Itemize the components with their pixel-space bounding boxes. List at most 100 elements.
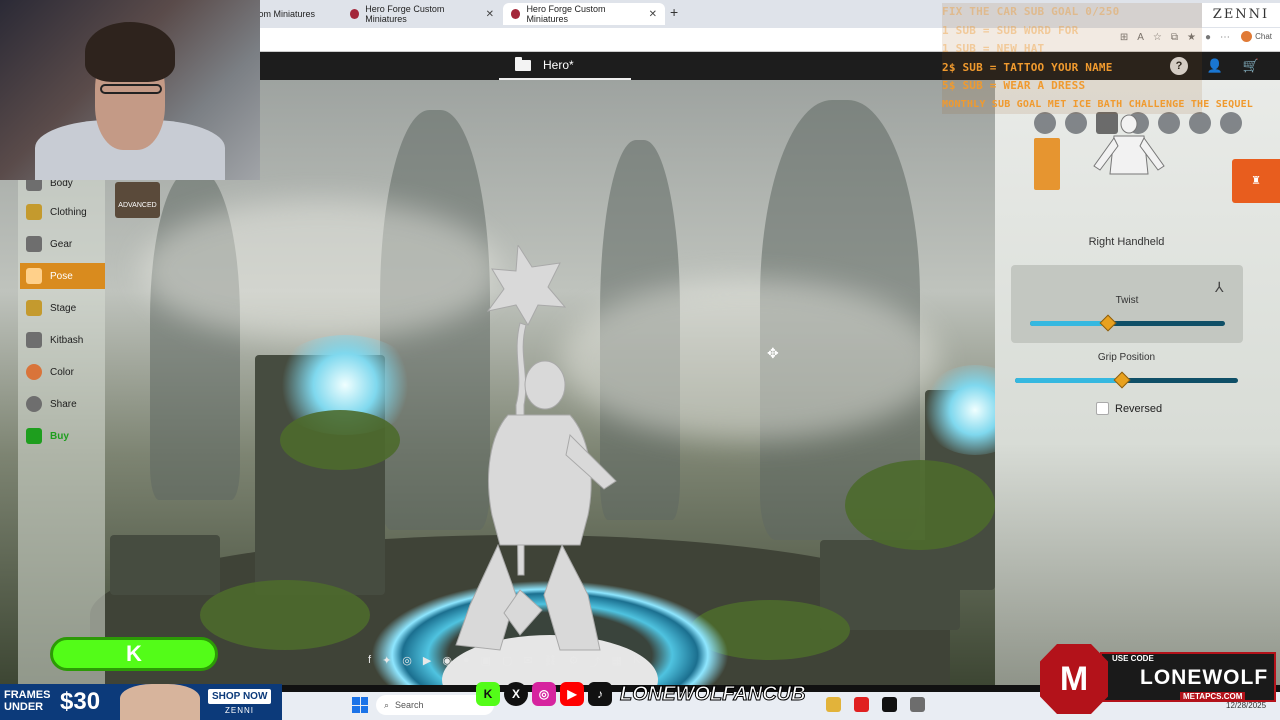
advanced-pose-button[interactable]: ADVANCED xyxy=(115,182,160,218)
promo-model xyxy=(120,684,200,720)
bluesky-icon[interactable]: ✦ xyxy=(382,654,391,670)
zenni-promo-banner: FRAMES UNDER $30 SHOP NOW ZENNI xyxy=(0,684,282,720)
helmet-slot-icon[interactable] xyxy=(1065,112,1087,134)
reversed-label: Reversed xyxy=(1115,403,1163,415)
email-icon[interactable]: ✉ xyxy=(523,654,532,670)
nav-buy[interactable]: Buy xyxy=(20,423,105,449)
miniature-figure[interactable] xyxy=(420,245,640,665)
file-explorer-icon[interactable] xyxy=(826,697,841,712)
leg-left xyxy=(455,543,517,651)
promo-price: $30 xyxy=(60,688,101,715)
ear-slot-icon[interactable] xyxy=(1189,112,1211,134)
nav-kitbash[interactable]: Kitbash xyxy=(20,327,105,353)
instagram-icon: ◎ xyxy=(532,682,556,706)
reversed-checkbox[interactable] xyxy=(1096,402,1109,415)
leg-right xyxy=(543,543,601,651)
sponsor-code: LONEWOLF xyxy=(1140,666,1269,689)
heroforge-favicon-icon xyxy=(511,9,521,19)
head-slot-icon[interactable] xyxy=(1034,112,1056,134)
promo-brand: ZENNI xyxy=(225,706,254,715)
youtube-icon[interactable]: ▶ xyxy=(423,654,431,670)
hand-slot-icon[interactable] xyxy=(1220,112,1242,134)
share-icon[interactable]: ⤴ xyxy=(590,654,601,670)
tiktok-icon: ♪ xyxy=(588,682,612,706)
nav-label: Stage xyxy=(50,302,77,314)
screen: tom Miniatures Hero Forge Custom Miniatu… xyxy=(0,0,1280,720)
tab-title: tom Miniatures xyxy=(256,9,316,19)
nav-pose[interactable]: Pose xyxy=(20,263,105,289)
nav-color[interactable]: Color xyxy=(20,359,105,385)
grip-position-label: Grip Position xyxy=(1097,352,1156,363)
kick-symbol: K xyxy=(126,641,142,666)
discord-icon[interactable]: ◉ xyxy=(442,654,452,670)
grip-position-slider[interactable] xyxy=(1015,371,1238,389)
link-icon[interactable]: ⛓ xyxy=(544,654,558,670)
browser-tab[interactable]: Hero Forge Custom Miniatures ✕ xyxy=(342,3,502,25)
instagram-icon[interactable]: ◎ xyxy=(402,654,412,670)
nav-clothing[interactable]: Clothing xyxy=(20,199,105,225)
youtube-icon: ▶ xyxy=(560,682,584,706)
cart-icon xyxy=(26,428,42,444)
crossed-weapons-icon xyxy=(26,236,42,252)
sponsor-code-card: M USE CODE LONEWOLF METAPCS.COM xyxy=(1040,640,1276,714)
kick-logo: K xyxy=(50,637,218,671)
nav-stage[interactable]: Stage xyxy=(20,295,105,321)
windows-start-icon[interactable] xyxy=(352,697,368,713)
head xyxy=(524,360,566,410)
kick-icon[interactable]: K xyxy=(633,654,640,670)
twist-slider[interactable] xyxy=(1030,314,1225,332)
file-name: Hero* xyxy=(543,58,574,72)
sub-goal-line: FIX THE CAR SUB GOAL 0/250 xyxy=(942,5,1120,18)
axis-icon[interactable]: ⅄ xyxy=(1215,279,1224,296)
app-icon[interactable] xyxy=(910,697,925,712)
right-handheld-slot-selected[interactable] xyxy=(1034,138,1060,190)
facebook-icon[interactable]: f xyxy=(368,654,371,670)
webcam-overlay xyxy=(0,0,260,180)
file-tab[interactable]: Hero* xyxy=(499,52,631,80)
browser-tab-active[interactable]: Hero Forge Custom Miniatures ✕ xyxy=(503,3,665,25)
settings-icon[interactable]: ⚙ xyxy=(569,654,579,670)
palette-icon xyxy=(26,364,42,380)
stage-base-icon xyxy=(26,300,42,316)
tab-title: Hero Forge Custom Miniatures xyxy=(365,4,445,24)
nav-label: Color xyxy=(50,366,74,378)
nav-label: Share xyxy=(50,398,77,410)
close-icon[interactable]: ✕ xyxy=(486,9,494,20)
new-tab-icon[interactable]: + xyxy=(670,4,678,20)
streamer-handle: LONEWOLFANCUB xyxy=(620,682,807,705)
nav-gear[interactable]: Gear xyxy=(20,231,105,257)
netflix-app-icon[interactable] xyxy=(882,697,897,712)
nav-label: Clothing xyxy=(50,206,87,218)
pose-side-tab[interactable]: ♜ xyxy=(1232,159,1280,203)
sub-goal-line: 2$ SUB = TATTOO YOUR NAME xyxy=(942,60,1113,74)
social-handle-banner: K X ◎ ▶ ♪ LONEWOLFANCUB xyxy=(476,676,812,712)
folder-icon xyxy=(515,56,531,71)
use-code-label: USE CODE xyxy=(1112,654,1154,663)
nav-label: Pose xyxy=(50,270,73,282)
share-icon xyxy=(26,396,42,412)
chat-button[interactable]: Chat xyxy=(1241,31,1272,42)
browser-tab[interactable]: tom Miniatures xyxy=(248,3,344,25)
more-icon[interactable]: ⋯ xyxy=(1220,32,1230,43)
zenni-logo: ZENNI xyxy=(1202,3,1280,27)
close-icon[interactable]: ✕ xyxy=(649,9,657,20)
foliage xyxy=(200,580,370,650)
move-cursor-icon: ✥ xyxy=(767,345,779,361)
search-placeholder: Search xyxy=(395,700,424,710)
hair xyxy=(85,22,175,82)
account-icon[interactable]: 👤 xyxy=(1206,57,1224,75)
glasses xyxy=(100,84,162,94)
youtube-app-icon[interactable] xyxy=(854,697,869,712)
qr-icon[interactable]: ▦ xyxy=(612,654,622,670)
nav-label: Kitbash xyxy=(50,334,84,346)
profile-icon[interactable]: ● xyxy=(1205,32,1211,43)
reddit-icon[interactable]: ● xyxy=(463,654,470,670)
shirt-icon xyxy=(26,204,42,220)
cart-icon[interactable]: 🛒 xyxy=(1242,57,1260,75)
nav-share[interactable]: Share xyxy=(20,391,105,417)
flower-staff-head xyxy=(486,245,567,327)
patreon-icon[interactable]: ▢ xyxy=(502,654,512,670)
twitch-icon[interactable]: ▣ xyxy=(481,654,491,670)
ruin-block xyxy=(110,535,220,595)
sub-goal-line: 1 SUB = SUB WORD FOR xyxy=(942,23,1079,37)
